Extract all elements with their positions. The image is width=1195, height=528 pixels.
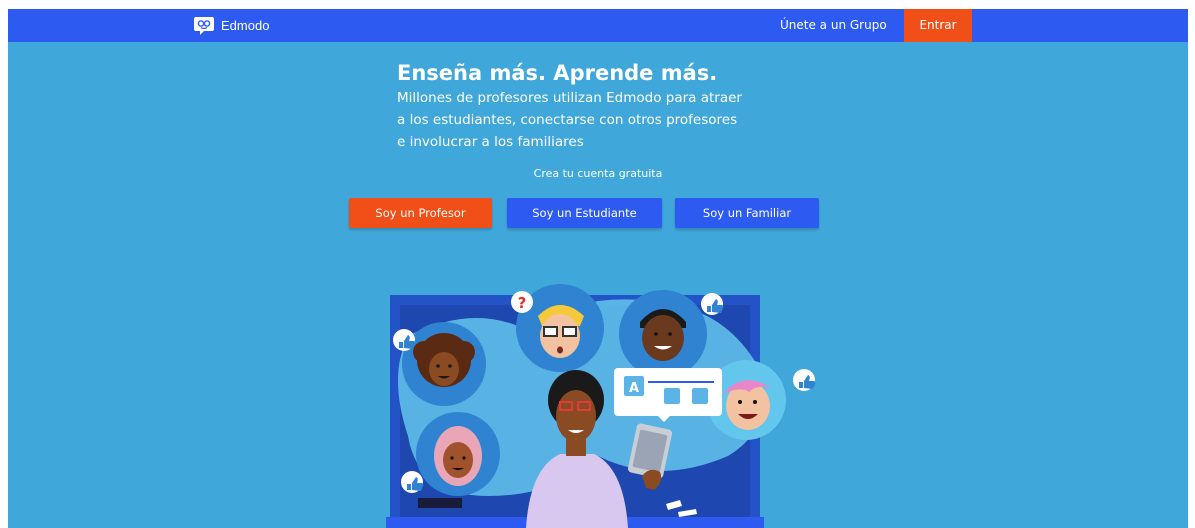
hero-subtitle-line: Millones de profesores utilizan Edmodo p…	[397, 90, 742, 106]
join-group-link[interactable]: Únete a un Grupo	[780, 9, 887, 42]
teacher-signup-button[interactable]: Soy un Profesor	[349, 198, 492, 228]
hero-subtitle: Millones de profesores utilizan Edmodo p…	[397, 87, 757, 153]
hero-title: Enseña más. Aprende más.	[397, 61, 718, 85]
parent-signup-button[interactable]: Soy un Familiar	[675, 198, 819, 228]
page-frame: Edmodo Únete a un Grupo Entrar Enseña má…	[8, 9, 1188, 528]
chart-card-letter: A	[629, 381, 639, 396]
hero-illustration: ? A	[386, 284, 816, 528]
student-signup-button[interactable]: Soy un Estudiante	[507, 198, 662, 228]
cta-label: Crea tu cuenta gratuita	[533, 167, 663, 180]
hero-subtitle-line: e involucrar a los familiares	[397, 134, 584, 150]
brand-name: Edmodo	[221, 17, 270, 33]
login-button[interactable]: Entrar	[904, 9, 972, 42]
question-mark: ?	[518, 294, 527, 312]
brand[interactable]: Edmodo	[193, 14, 269, 36]
hero-subtitle-line: a los estudiantes, conectarse con otros …	[397, 112, 738, 128]
edmodo-logo-icon	[194, 17, 214, 35]
top-navbar: Edmodo Únete a un Grupo Entrar	[8, 9, 1188, 42]
